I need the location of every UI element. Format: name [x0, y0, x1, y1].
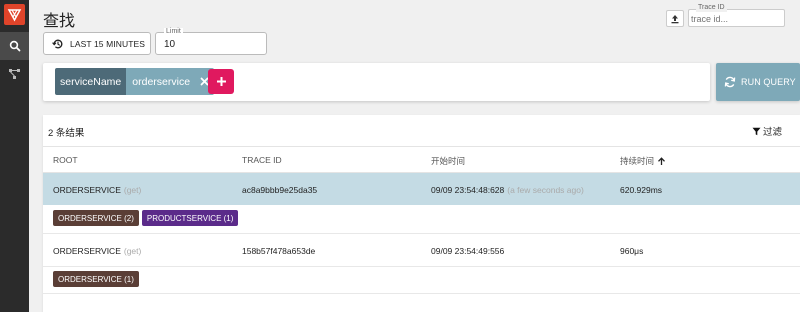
- limit-field[interactable]: Limit: [155, 28, 267, 55]
- query-chip-key[interactable]: serviceName: [55, 68, 127, 95]
- search-icon: [9, 40, 20, 52]
- sidebar: [0, 0, 29, 312]
- service-tag[interactable]: PRODUCTSERVICE (1): [141, 210, 239, 226]
- filter-icon: [752, 127, 761, 135]
- trace-id-label: Trace ID: [696, 4, 727, 12]
- refresh-icon: [724, 76, 736, 88]
- row-root-method: (get): [123, 185, 142, 195]
- row-root-service: ORDERSERVICE: [53, 246, 121, 256]
- results-count: 2 条结果: [48, 128, 85, 139]
- row-root-cell: ORDERSERVICE (get): [53, 185, 141, 195]
- limit-input[interactable]: [164, 38, 260, 51]
- filter-label: 过滤: [763, 127, 783, 138]
- row-start-relative: (a few seconds ago): [507, 185, 584, 195]
- history-icon: [52, 39, 63, 48]
- add-criteria-button[interactable]: [208, 69, 234, 94]
- row-trace-id: 158b57f478a653de: [242, 246, 316, 256]
- sidebar-item-search[interactable]: [0, 32, 29, 60]
- row-root-method: (get): [123, 246, 142, 256]
- upload-icon: [671, 14, 679, 23]
- filter-button[interactable]: 过滤: [752, 124, 782, 138]
- run-query-label: RUN QUERY: [741, 77, 796, 87]
- sidebar-item-dependencies[interactable]: [0, 60, 29, 88]
- upload-json-button[interactable]: [666, 10, 684, 27]
- time-range-button[interactable]: LAST 15 MINUTES: [43, 32, 151, 55]
- run-query-button[interactable]: RUN QUERY: [716, 63, 800, 101]
- service-tags: ORDERSERVICE (1): [53, 271, 139, 287]
- app-logo[interactable]: [4, 4, 25, 25]
- row-trace-id: ac8a9bbb9e25da35: [242, 185, 318, 195]
- time-range-label: LAST 15 MINUTES: [70, 38, 146, 49]
- row-start-time: 09/09 23:54:48:628: [431, 185, 505, 195]
- column-trace-id[interactable]: TRACE ID: [242, 155, 282, 165]
- results-panel: 2 条结果 过滤 ROOT TRACE ID 开始时间 持续时间 ORDERSE…: [43, 115, 800, 312]
- dependencies-icon: [9, 69, 20, 79]
- query-chip[interactable]: serviceName orderservice: [55, 68, 215, 95]
- zipkin-logo-icon: [7, 9, 22, 22]
- service-tag[interactable]: ORDERSERVICE (2): [53, 210, 139, 226]
- column-root[interactable]: ROOT: [53, 155, 78, 165]
- row-duration: 960μs: [620, 246, 644, 256]
- table-row[interactable]: ORDERSERVICE (get) ac8a9bbb9e25da35 09/09…: [43, 173, 800, 205]
- row-divider: [43, 266, 800, 267]
- trace-id-input[interactable]: [691, 13, 783, 25]
- table-header: ROOT TRACE ID 开始时间 持续时间: [43, 146, 800, 173]
- column-duration-label: 持续时间: [620, 156, 655, 166]
- query-panel: serviceName orderservice: [43, 63, 710, 101]
- row-divider: [43, 293, 800, 294]
- sort-arrow-up-icon[interactable]: [657, 156, 666, 166]
- row-root-cell: ORDERSERVICE (get): [53, 246, 141, 256]
- row-duration: 620.929ms: [620, 185, 663, 195]
- row-start-time: 09/09 23:54:49:556: [431, 246, 505, 256]
- service-tags: ORDERSERVICE (2) PRODUCTSERVICE (1): [53, 210, 239, 226]
- table-row[interactable]: ORDERSERVICE (get) 158b57f478a653de 09/09…: [43, 234, 800, 266]
- trace-id-field[interactable]: Trace ID: [688, 4, 785, 27]
- column-duration[interactable]: 持续时间: [620, 155, 666, 167]
- query-chip-value[interactable]: orderservice: [126, 68, 195, 95]
- column-start-time[interactable]: 开始时间: [431, 155, 465, 167]
- page-title: 查找: [43, 13, 76, 30]
- plus-icon: [216, 77, 226, 86]
- limit-label: Limit: [164, 28, 183, 36]
- service-tag[interactable]: ORDERSERVICE (1): [53, 271, 139, 287]
- row-root-service: ORDERSERVICE: [53, 185, 121, 195]
- row-start-cell: 09/09 23:54:48:628 (a few seconds ago): [431, 185, 584, 195]
